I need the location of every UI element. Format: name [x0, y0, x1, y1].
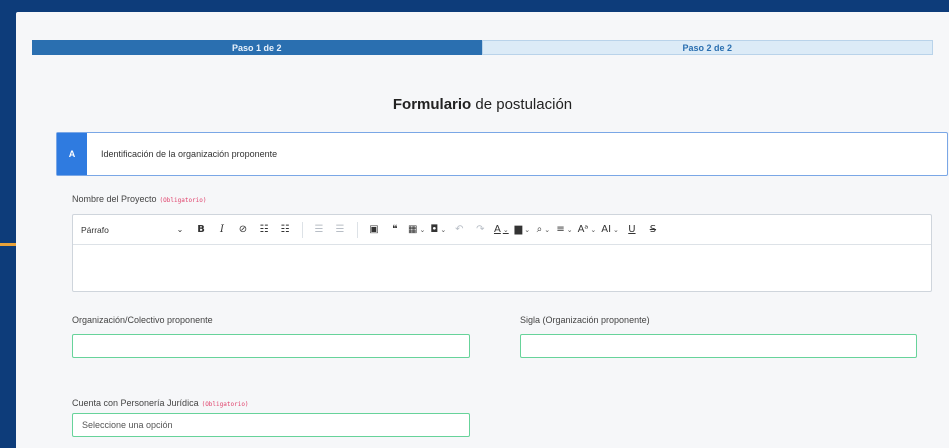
form-title-bold: Formulario — [392, 96, 472, 113]
chevron-down-icon: ⌄ — [440, 225, 447, 234]
link-icon[interactable]: ⊘ — [235, 221, 251, 239]
toolbar-divider — [302, 221, 303, 238]
organization-label: Organización/Colectivo proponente — [72, 315, 213, 325]
required-tag: (Obligatorio) — [201, 401, 249, 408]
editor-toolbar: Párrafo ⌄ B I ⊘ ☷ ☷ ☰ ☰ ▣ ❝ ▦ ⌄ ◘ ⌄ ↶ ↷ A ⌄… — [73, 215, 931, 245]
section-letter-badge: A — [57, 133, 87, 175]
find-glyph: ⌕ — [536, 224, 543, 235]
project-name-editor: Párrafo ⌄ B I ⊘ ☷ ☷ ☰ ☰ ▣ ❝ ▦ ⌄ ◘ ⌄ ↶ ↷ A ⌄… — [72, 214, 932, 292]
highlight-glyph: ▆ — [514, 224, 523, 235]
project-name-label-text: Nombre del Proyecto — [72, 194, 157, 204]
legal-status-placeholder: Seleccione una opción — [82, 420, 173, 430]
step-1[interactable]: Paso 1 de 2 — [32, 40, 482, 55]
chevron-down-icon[interactable]: ⌄ — [176, 221, 184, 239]
indent-icon[interactable]: ☰ — [332, 221, 348, 239]
project-name-textarea[interactable] — [73, 245, 931, 291]
undo-icon[interactable]: ↶ — [451, 221, 467, 239]
chevron-down-icon: ⌄ — [566, 225, 573, 234]
media-embed-icon[interactable]: ◘ ⌄ — [430, 221, 446, 239]
acronym-input[interactable] — [520, 334, 917, 358]
underline-icon[interactable]: U — [624, 221, 640, 239]
font-color-glyph: A — [493, 224, 501, 235]
table-glyph: ▦ — [408, 224, 418, 235]
redo-icon[interactable]: ↷ — [472, 221, 488, 239]
orange-accent-bar — [0, 243, 16, 246]
chevron-down-icon: ⌄ — [502, 225, 509, 234]
chevron-down-icon: ⌄ — [419, 225, 426, 234]
legal-status-label-text: Cuenta con Personería Jurídica — [72, 398, 199, 408]
quote-icon[interactable]: ❝ — [387, 221, 403, 239]
bullet-list-icon[interactable]: ☷ — [256, 221, 272, 239]
align-icon[interactable]: ≡ ⌄ — [556, 221, 572, 239]
stepper: Paso 1 de 2 Paso 2 de 2 — [32, 40, 933, 55]
required-tag: (Obligatorio) — [159, 197, 207, 204]
image-icon[interactable]: ▣ — [366, 221, 382, 239]
project-name-label: Nombre del Proyecto (Obligatorio) — [72, 194, 207, 204]
organization-input[interactable] — [72, 334, 470, 358]
outdent-icon[interactable]: ☰ — [311, 221, 327, 239]
paragraph-format-label: Párrafo — [81, 224, 109, 235]
chevron-down-icon: ⌄ — [613, 225, 619, 234]
legal-status-label: Cuenta con Personería Jurídica (Obligator… — [72, 398, 249, 408]
chevron-down-icon: ⌄ — [590, 225, 597, 234]
text-case-icon[interactable]: AI ⌄ — [601, 221, 619, 239]
strikethrough-icon[interactable]: S — [645, 221, 661, 239]
text-case-glyph: AI — [601, 224, 612, 235]
font-color-icon[interactable]: A ⌄ — [493, 221, 509, 239]
bold-icon[interactable]: B — [193, 221, 209, 239]
acronym-label: Sigla (Organización proponente) — [520, 315, 650, 325]
legal-status-select[interactable]: Seleccione una opción — [72, 413, 470, 437]
section-header[interactable]: A Identificación de la organización prop… — [56, 132, 948, 176]
chevron-down-icon: ⌄ — [544, 225, 551, 234]
font-size-icon[interactable]: Aᵃ ⌄ — [578, 221, 597, 239]
italic-icon[interactable]: I — [214, 221, 230, 239]
form-title: Formulario de postulación — [16, 96, 949, 113]
table-icon[interactable]: ▦ ⌄ — [408, 221, 425, 239]
find-replace-icon[interactable]: ⌕ ⌄ — [535, 221, 551, 239]
numbered-list-icon[interactable]: ☷ — [277, 221, 293, 239]
media-glyph: ◘ — [430, 224, 439, 235]
toolbar-divider — [357, 221, 358, 238]
paragraph-format-select[interactable]: Párrafo — [81, 221, 171, 239]
highlight-color-icon[interactable]: ▆ ⌄ — [514, 221, 531, 239]
form-title-rest: de postulación — [471, 96, 573, 113]
form-card: Paso 1 de 2 Paso 2 de 2 Formulario de po… — [16, 12, 949, 448]
chevron-down-icon: ⌄ — [524, 225, 531, 234]
font-size-glyph: Aᵃ — [577, 224, 589, 235]
section-title: Identificación de la organización propon… — [101, 149, 278, 159]
align-glyph: ≡ — [556, 224, 565, 235]
step-2[interactable]: Paso 2 de 2 — [481, 40, 933, 55]
